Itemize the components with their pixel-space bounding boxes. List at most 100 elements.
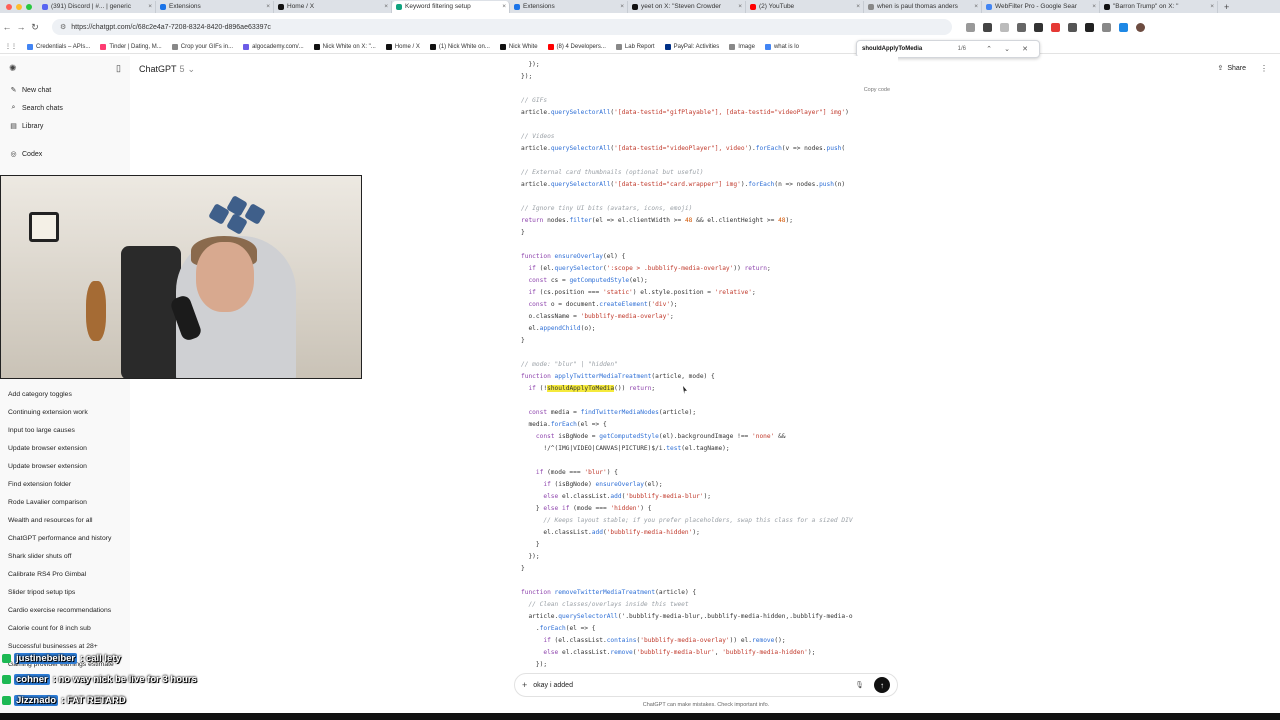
bookmark-item[interactable]: Home / X (385, 43, 420, 50)
chat-history-item[interactable]: Calorie count for 8 inch sub (0, 620, 130, 638)
profile-avatar-icon[interactable] (1136, 22, 1145, 32)
bookmark-item[interactable]: Image (729, 43, 755, 50)
find-close-icon[interactable]: ✕ (1016, 45, 1034, 53)
copy-code-button[interactable]: Copy code (864, 87, 890, 93)
code-line: }); (521, 61, 540, 68)
code-line: } (521, 565, 525, 572)
sidebar-item-library[interactable]: ▤ Library (0, 117, 130, 135)
tab-close-icon[interactable]: × (148, 3, 152, 10)
chevron-down-icon[interactable]: ⌄ (188, 64, 196, 75)
message-input[interactable]: okay i added (533, 682, 855, 689)
tab-close-icon[interactable]: × (266, 3, 270, 10)
tab-close-icon[interactable]: × (384, 3, 388, 10)
browser-tab[interactable]: Keyword filtering setup × (392, 0, 510, 13)
chat-history-item[interactable]: Rode Lavalier comparison (0, 494, 130, 512)
code-line: // Clean classes/overlays inside this tw… (521, 601, 689, 608)
microphone-icon[interactable]: 🎙 (855, 681, 864, 689)
more-options-icon[interactable]: ⋮ (1260, 64, 1268, 73)
tab-close-icon[interactable]: × (856, 3, 860, 10)
bookmark-item[interactable]: Nick White (499, 43, 538, 50)
find-previous-icon[interactable]: ⌃ (980, 45, 998, 53)
extension-icon[interactable] (1102, 22, 1111, 32)
url-field[interactable]: ⚙ https://chatgpt.com/c/68c2e4a7-7208-83… (52, 19, 952, 35)
chat-history-item[interactable]: Wealth and resources for all (0, 512, 130, 530)
browser-tab[interactable]: WebFilter Pro - Google Sear × (982, 0, 1100, 13)
chat-history-item[interactable]: Slider tripod setup tips (0, 584, 130, 602)
site-info-icon[interactable]: ⚙ (60, 23, 66, 31)
model-version[interactable]: 5 (180, 64, 185, 74)
minimize-window-dot[interactable] (16, 3, 22, 10)
browser-tab[interactable]: when is paul thomas anders × (864, 0, 982, 13)
sidebar-toggle-icon[interactable]: ▯ (116, 63, 121, 74)
chat-history-item[interactable]: Add category toggles (0, 386, 130, 404)
extension-icon[interactable] (1085, 22, 1094, 32)
tab-close-icon[interactable]: × (1210, 3, 1214, 10)
extension-icon[interactable] (1034, 22, 1043, 32)
window-controls (0, 3, 38, 10)
tab-close-icon[interactable]: × (1092, 3, 1096, 10)
zoom-window-dot[interactable] (26, 3, 32, 10)
browser-tab[interactable]: "Barron Trump" on X: " × (1100, 0, 1218, 13)
new-tab-button[interactable]: + (1218, 2, 1235, 12)
chat-history-item[interactable]: Input too large causes (0, 422, 130, 440)
chat-history-item[interactable]: Cardio exercise recommendations (0, 602, 130, 620)
browser-tab[interactable]: (2) YouTube × (746, 0, 864, 13)
arrow-up-icon[interactable]: ↑ (874, 677, 890, 693)
bookmark-star-icon[interactable] (1000, 22, 1009, 32)
browser-tab[interactable]: Home / X × (274, 0, 392, 13)
tab-label: Home / X (287, 3, 315, 10)
code-line: }); (521, 661, 548, 668)
bookmark-item[interactable]: Lab Report (615, 43, 655, 50)
bookmark-item[interactable]: what is lo (764, 43, 799, 50)
extension-icon[interactable] (1119, 22, 1128, 32)
browser-tab[interactable]: yeet on X: "Steven Crowder × (628, 0, 746, 13)
tab-close-icon[interactable]: × (738, 3, 742, 10)
find-next-icon[interactable]: ⌄ (998, 45, 1016, 53)
bookmark-item[interactable]: (8) 4 Developers... (547, 43, 606, 50)
sidebar-item-codex[interactable]: ◎ Codex (0, 145, 130, 163)
model-selector[interactable]: ChatGPT (139, 64, 177, 74)
chat-history-item[interactable]: Calibrate RS4 Pro Gimbal (0, 566, 130, 584)
tab-close-icon[interactable]: × (620, 3, 624, 10)
extension-icon[interactable] (1068, 22, 1077, 32)
browser-tab[interactable]: Extensions × (510, 0, 628, 13)
attach-plus-icon[interactable]: + (522, 680, 527, 690)
bookmark-item[interactable]: Crop your GIFs in... (171, 43, 233, 50)
extension-icon[interactable] (1017, 22, 1026, 32)
library-icon: ▤ (10, 123, 17, 130)
chat-history-item[interactable]: ChatGPT performance and history (0, 530, 130, 548)
browser-tab[interactable]: Extensions × (156, 0, 274, 13)
browser-tab[interactable]: (391) Discord | #... | generic × (38, 0, 156, 13)
bookmark-item[interactable]: algocademy.com/... (243, 43, 304, 50)
bookmark-item[interactable]: Nick White on X: "... (313, 43, 376, 50)
chat-history-item[interactable]: Update browser extension (0, 440, 130, 458)
openai-logo-icon[interactable]: ✺ (9, 63, 17, 74)
tab-close-icon[interactable]: × (974, 3, 978, 10)
tab-label: "Barron Trump" on X: " (1113, 3, 1179, 10)
bookmark-item[interactable]: PayPal: Activities (664, 43, 719, 50)
bookmark-item[interactable]: (1) Nick White on... (429, 43, 490, 50)
bookmark-favicon-icon (547, 43, 554, 50)
back-arrow-icon[interactable]: ← (0, 22, 14, 32)
close-window-dot[interactable] (6, 3, 12, 10)
bookmark-item[interactable]: Tinder | Dating, M... (100, 43, 162, 50)
forward-arrow-icon[interactable]: → (14, 22, 28, 32)
share-button[interactable]: ⇪ Share (1217, 64, 1246, 73)
sidebar-item-search-chats[interactable]: ⌕ Search chats (0, 99, 130, 117)
tab-close-icon[interactable]: × (502, 3, 506, 10)
apps-grid-icon[interactable]: ⋮⋮ (5, 43, 17, 50)
bookmark-item[interactable]: Credentials – APIs... (27, 43, 90, 50)
chat-history-item[interactable]: Find extension folder (0, 476, 130, 494)
code-block: Copy code });}); // GIFs article.querySele… (514, 56, 898, 670)
share-icon: ⇪ (1217, 65, 1224, 72)
extension-icon[interactable] (983, 22, 992, 32)
chat-history-item[interactable]: Continuing extension work (0, 404, 130, 422)
reload-icon[interactable]: ↻ (28, 22, 42, 33)
find-query-input[interactable]: shouldApplyToMedia (862, 46, 958, 52)
extension-icon[interactable] (966, 22, 975, 32)
chat-history-item[interactable]: Shark slider shuts off (0, 548, 130, 566)
extension-icon[interactable] (1051, 22, 1060, 32)
webcam-overlay (0, 175, 362, 379)
chat-history-item[interactable]: Update browser extension (0, 458, 130, 476)
sidebar-item-new-chat[interactable]: ✎ New chat (0, 81, 130, 99)
